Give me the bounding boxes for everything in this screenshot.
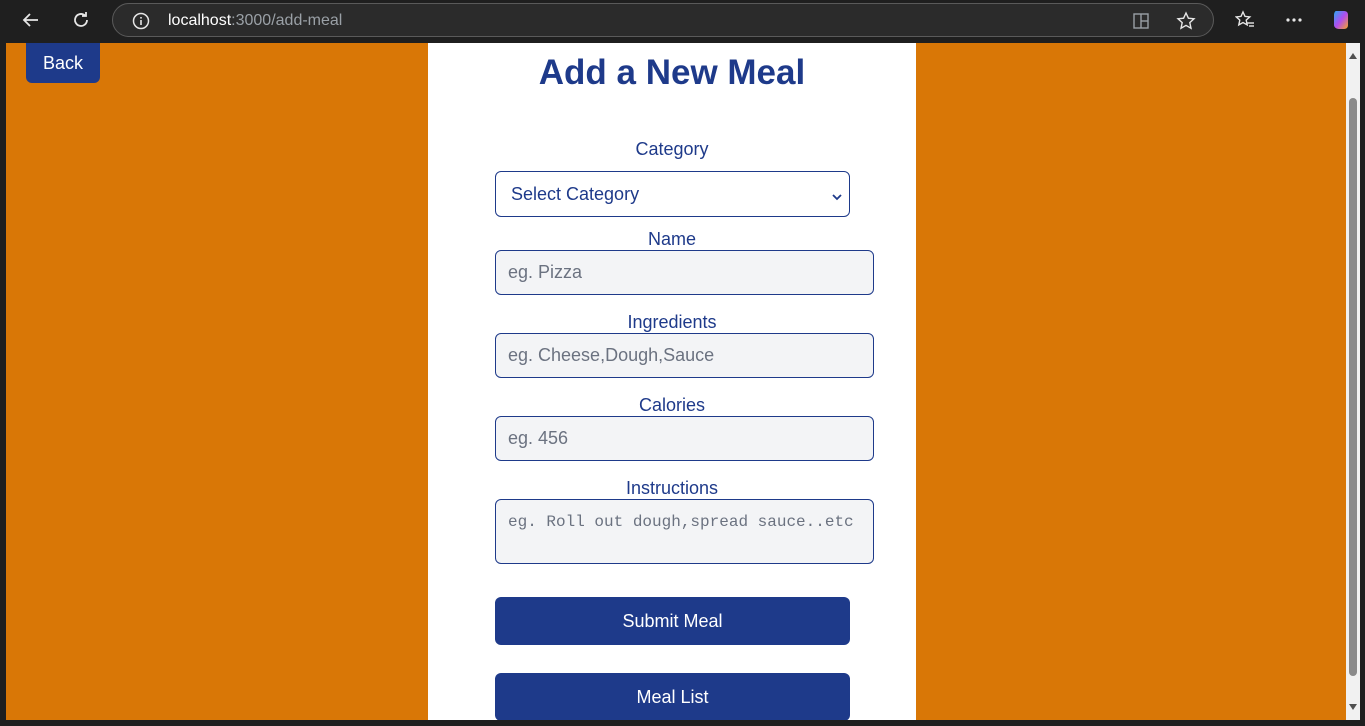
instructions-textarea[interactable]: eg. Roll out dough,spread sauce..etc bbox=[495, 499, 874, 564]
meal-list-button[interactable]: Meal List bbox=[495, 673, 850, 720]
address-bar[interactable]: localhost:3000/add-meal bbox=[112, 3, 1214, 37]
url-path: :3000/add-meal bbox=[231, 12, 343, 29]
scrollbar-thumb[interactable] bbox=[1349, 98, 1357, 676]
name-input[interactable]: eg. Pizza bbox=[495, 250, 874, 295]
scroll-up-arrow-icon[interactable] bbox=[1349, 53, 1357, 59]
star-icon[interactable] bbox=[1174, 9, 1198, 33]
more-icon[interactable] bbox=[1278, 4, 1310, 36]
favorites-icon[interactable] bbox=[1229, 4, 1261, 36]
category-label: Category bbox=[635, 139, 709, 159]
page-scrollbar[interactable] bbox=[1346, 43, 1360, 720]
browser-toolbar: localhost:3000/add-meal bbox=[0, 0, 1365, 40]
instructions-label: Instructions bbox=[625, 478, 719, 498]
submit-meal-button[interactable]: Submit Meal bbox=[495, 597, 850, 645]
back-arrow-icon[interactable] bbox=[15, 4, 47, 36]
reload-icon[interactable] bbox=[65, 4, 97, 36]
name-label: Name bbox=[647, 229, 696, 249]
page-viewport: Back Add a New Meal Category Select Cate… bbox=[6, 43, 1346, 720]
calories-label: Calories bbox=[638, 395, 706, 415]
ingredients-input[interactable]: eg. Cheese,Dough,Sauce bbox=[495, 333, 874, 378]
chevron-down-icon bbox=[831, 187, 843, 208]
split-screen-icon[interactable] bbox=[1129, 9, 1153, 33]
ingredients-label: Ingredients bbox=[627, 312, 717, 332]
page-title: Add a New Meal bbox=[538, 53, 806, 92]
category-selected-value: Select Category bbox=[511, 183, 640, 204]
scroll-down-arrow-icon[interactable] bbox=[1349, 704, 1357, 710]
url-host: localhost bbox=[168, 12, 232, 29]
add-meal-form: Add a New Meal Category Select Category … bbox=[428, 43, 916, 720]
category-select[interactable]: Select Category bbox=[495, 171, 850, 217]
info-icon[interactable] bbox=[131, 11, 151, 31]
back-button[interactable]: Back bbox=[26, 43, 100, 83]
url-text: localhost:3000/add-meal bbox=[168, 12, 342, 30]
copilot-icon[interactable] bbox=[1326, 4, 1358, 36]
calories-input[interactable]: eg. 456 bbox=[495, 416, 874, 461]
